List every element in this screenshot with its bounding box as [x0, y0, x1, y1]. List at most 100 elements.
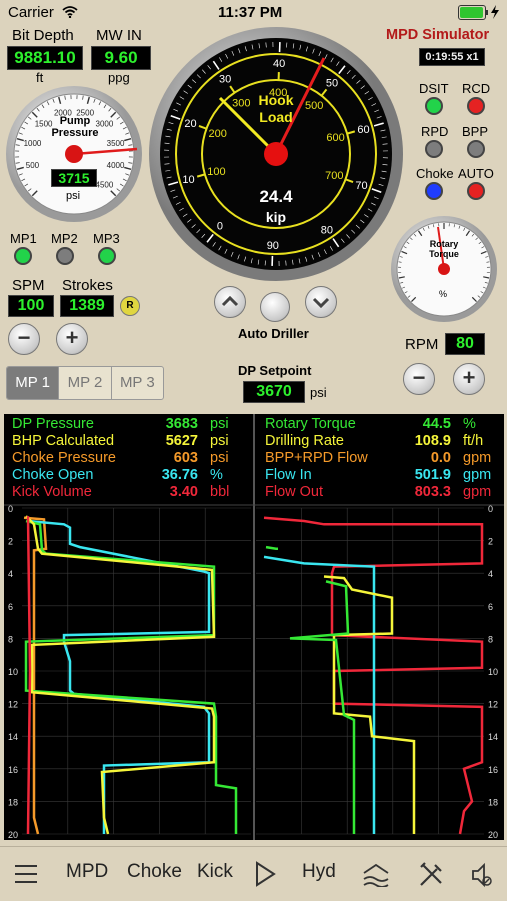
strokes-label: Strokes	[62, 277, 113, 294]
hook-outer-label: 60	[357, 124, 369, 136]
mp1-label: MP1	[10, 231, 37, 246]
rpm-decrease-button[interactable]: −	[403, 363, 435, 395]
depth-axis-label: 18	[488, 797, 498, 807]
pump-gauge-tick-label: 4500	[96, 180, 114, 189]
hook-outer-label: 90	[267, 240, 279, 252]
pump-gauge-tick-label: 4000	[107, 161, 125, 170]
minus-icon: −	[413, 365, 426, 390]
trend-chart: 0022446688101012121414161618182020	[4, 414, 504, 840]
dp-setpoint-value[interactable]: 3670	[243, 381, 305, 403]
plus-icon: +	[66, 325, 79, 350]
strokes-reset-button[interactable]: R	[120, 296, 140, 316]
tab-mp1[interactable]: MP 1	[7, 367, 59, 399]
status-time: 11:37 PM	[218, 4, 282, 21]
mw-in-label: MW IN	[96, 27, 142, 44]
play-icon[interactable]	[254, 861, 276, 887]
rpd-label: RPD	[421, 124, 448, 139]
rcd-indicator[interactable]	[467, 97, 485, 115]
pump-gauge-tick-label: 500	[26, 161, 40, 170]
pump-pressure-title: Pump Pressure	[47, 115, 103, 139]
spm-label: SPM	[12, 277, 45, 294]
tab-mp3[interactable]: MP 3	[112, 367, 163, 399]
hook-outer-label: 40	[273, 58, 285, 70]
hook-outer-label: 10	[182, 174, 194, 186]
depth-axis-label: 12	[8, 700, 18, 710]
rotary-torque-trace-b	[290, 581, 354, 834]
nav-choke[interactable]: Choke	[127, 861, 182, 883]
hook-load-value: 24.4	[246, 187, 306, 207]
bit-depth-value: 9881.10	[7, 46, 83, 70]
chevron-down-icon	[306, 287, 336, 317]
spm-increase-button[interactable]: +	[56, 323, 88, 355]
choke-indicator[interactable]	[425, 182, 443, 200]
app-title: MPD Simulator	[386, 27, 489, 43]
rpd-indicator[interactable]	[425, 140, 443, 158]
hook-load-title: Hook Load	[248, 92, 304, 126]
auto-label: AUTO	[458, 166, 494, 181]
auto-driller-toggle-button[interactable]	[260, 292, 290, 322]
charging-icon	[490, 5, 500, 19]
auto-driller-up-button[interactable]	[214, 286, 246, 318]
menu-icon[interactable]	[14, 863, 38, 885]
simulation-timer[interactable]: 0:19:55 x1	[419, 48, 485, 66]
rotary-torque-gauge: Rotary Torque %	[390, 215, 498, 323]
mw-in-unit: ppg	[108, 70, 130, 85]
rotary-torque-unit: %	[439, 289, 447, 299]
wave-icon[interactable]	[362, 863, 390, 887]
plus-icon: +	[463, 365, 476, 390]
pump-gauge-tick-label: 3500	[107, 139, 125, 148]
rpm-increase-button[interactable]: +	[453, 363, 485, 395]
hook-outer-label: 30	[219, 74, 231, 86]
depth-axis-label: 16	[8, 765, 18, 775]
pump-gauge-tick-label: 1000	[24, 139, 42, 148]
depth-axis-label: 12	[488, 700, 498, 710]
dsit-label: DSIT	[419, 81, 449, 96]
rotary-torque-trace-a	[266, 547, 278, 549]
rpm-value: 80	[445, 333, 485, 355]
bit-depth-label: Bit Depth	[12, 27, 74, 44]
mw-in-value[interactable]: 9.60	[91, 46, 151, 70]
nav-kick[interactable]: Kick	[197, 861, 233, 883]
spm-value: 100	[8, 295, 54, 317]
rpm-label: RPM	[405, 336, 438, 353]
depth-axis-label: 14	[488, 732, 498, 742]
depth-axis-label: 14	[8, 732, 18, 742]
depth-axis-label: 0	[488, 504, 493, 514]
mp1-indicator[interactable]	[14, 247, 32, 265]
nav-hyd[interactable]: Hyd	[302, 861, 336, 883]
hook-outer-label: 70	[355, 180, 367, 192]
pump-pressure-unit: psi	[66, 190, 80, 202]
tab-mp2[interactable]: MP 2	[59, 367, 111, 399]
pump-pressure-value: 3715	[51, 169, 97, 187]
tools-icon[interactable]	[417, 861, 445, 889]
rcd-label: RCD	[462, 81, 490, 96]
auto-indicator[interactable]	[467, 182, 485, 200]
hook-load-gauge: 0102030405060708090100200300400500600700…	[148, 26, 404, 282]
choke-label: Choke	[416, 166, 454, 181]
hook-inner-label: 100	[207, 166, 225, 178]
status-bar: Carrier 11:37 PM	[0, 0, 507, 26]
sound-icon[interactable]	[470, 861, 494, 889]
mp3-indicator[interactable]	[98, 247, 116, 265]
chevron-up-icon	[215, 287, 245, 317]
dp-setpoint-unit: psi	[310, 385, 327, 400]
battery-icon	[458, 5, 486, 20]
depth-axis-label: 18	[8, 797, 18, 807]
mp2-indicator[interactable]	[56, 247, 74, 265]
trend-panel: DP Pressure3683psiBHP Calculated5627psiC…	[4, 414, 504, 840]
dsit-indicator[interactable]	[425, 97, 443, 115]
nav-mpd[interactable]: MPD	[66, 861, 108, 883]
bit-depth-unit: ft	[36, 70, 43, 85]
dp-setpoint-label: DP Setpoint	[238, 363, 311, 378]
depth-axis-label: 2	[488, 537, 493, 547]
depth-axis-label: 20	[8, 830, 18, 840]
spm-decrease-button[interactable]: −	[8, 323, 40, 355]
auto-driller-down-button[interactable]	[305, 286, 337, 318]
bpp-indicator[interactable]	[467, 140, 485, 158]
hook-outer-label: 80	[321, 224, 333, 236]
hook-outer-label: 0	[217, 221, 223, 233]
depth-axis-label: 2	[8, 537, 13, 547]
hook-outer-label: 50	[326, 77, 338, 89]
depth-axis-label: 4	[8, 569, 13, 579]
depth-axis-label: 6	[8, 602, 13, 612]
